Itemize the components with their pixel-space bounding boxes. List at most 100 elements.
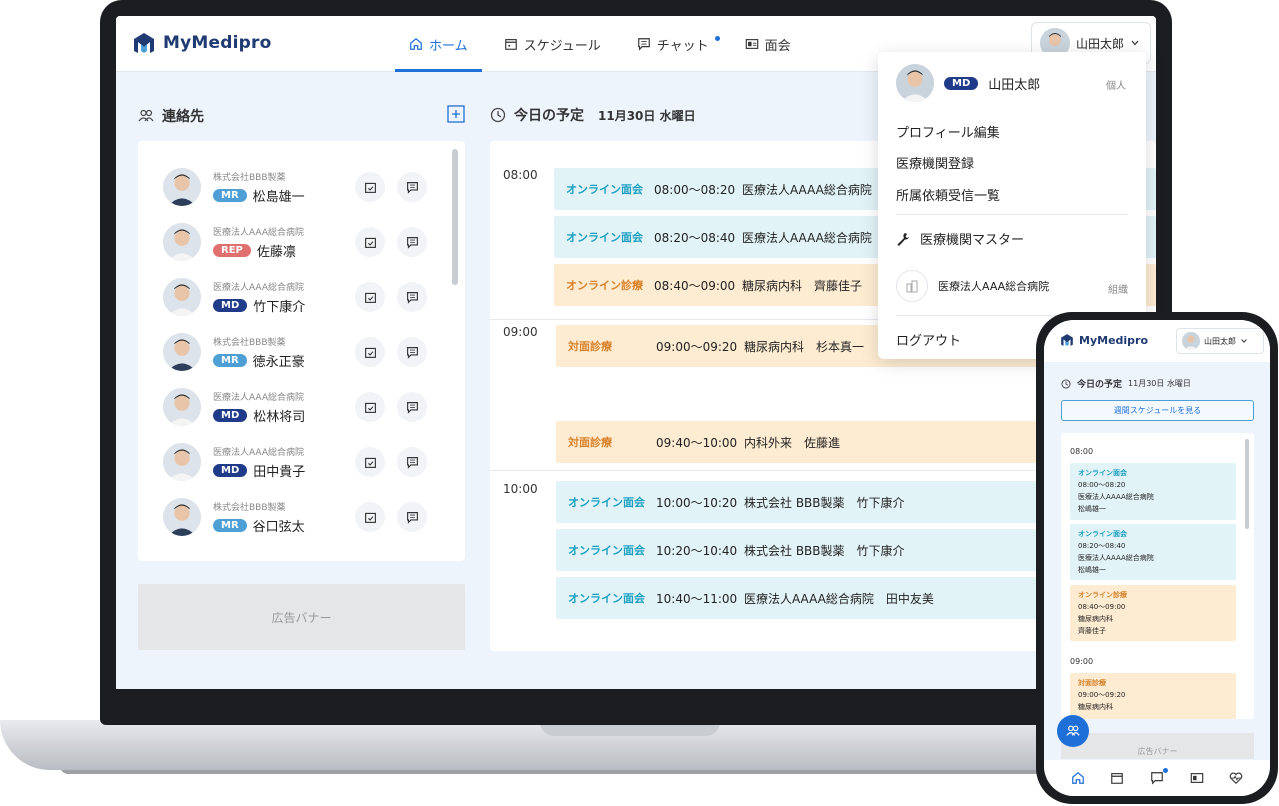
contact-row[interactable]: 株式会社BBB製薬 MR 松島雄一	[163, 162, 443, 212]
main-nav: ホーム スケジュール チャット 面会	[391, 16, 809, 72]
app-logo[interactable]: MyMedipro	[132, 31, 271, 55]
dropdown-user-header: MD 山田太郎	[896, 64, 1040, 102]
contact-row[interactable]: 医療法人AAA総合病院 MD 田中貴子	[163, 437, 443, 487]
tab-schedule[interactable]: スケジュール	[486, 16, 619, 72]
menu-divider	[896, 214, 1128, 215]
event-time: 08:20〜08:40	[654, 230, 736, 245]
role-badge: MR	[213, 518, 247, 532]
calendar-check-icon	[364, 347, 376, 358]
chevron-down-icon	[1131, 40, 1139, 46]
menu-profile-edit[interactable]: プロフィール編集	[896, 122, 1000, 141]
phone-app-logo[interactable]: MyMedipro	[1060, 333, 1148, 347]
calendar-check-icon	[364, 292, 376, 303]
chat-icon	[406, 456, 418, 469]
menu-logout[interactable]: ログアウト	[896, 330, 961, 349]
chat-button[interactable]	[397, 282, 427, 312]
logo-icon	[134, 33, 154, 53]
schedule-button[interactable]	[355, 227, 385, 257]
calendar-check-icon	[364, 237, 376, 248]
contact-row[interactable]: 医療法人AAA総合病院 MD 松林将司	[163, 382, 443, 432]
phone-user-name: 山田太郎	[1204, 336, 1236, 346]
phone-event[interactable]: オンライン診療 08:40〜09:00 糖尿病内科 齊藤佳子	[1070, 585, 1236, 641]
contact-row[interactable]: 株式会社BBB製薬 MR 谷口弦太	[163, 492, 443, 542]
chat-button[interactable]	[397, 337, 427, 367]
heart-pulse-icon[interactable]	[1229, 771, 1243, 785]
phone-schedule-panel: 08:00 オンライン面会 08:00〜08:20 医療法人AAAA総合病院 松…	[1061, 433, 1254, 719]
contacts-scrollbar[interactable]	[452, 149, 458, 285]
contact-row[interactable]: 医療法人AAA総合病院 MD 竹下康介	[163, 272, 443, 322]
chat-button[interactable]	[397, 227, 427, 257]
id-card-icon[interactable]	[1190, 771, 1204, 785]
event-time: 09:00〜09:20	[656, 339, 738, 354]
contact-avatar	[163, 333, 201, 371]
schedule-button[interactable]	[355, 447, 385, 477]
phone-event-type: 対面診療	[1078, 679, 1106, 687]
home-icon	[410, 37, 422, 50]
phone-ad-banner[interactable]: 広告バナー	[1061, 733, 1254, 759]
event-time: 09:40〜10:00	[656, 435, 738, 450]
event-type: 対面診療	[568, 436, 612, 449]
contact-name: 松林将司	[253, 409, 306, 425]
tab-home[interactable]: ホーム	[391, 16, 486, 72]
phone-scrollbar[interactable]	[1245, 439, 1249, 529]
contact-row[interactable]: 株式会社BBB製薬 MR 徳永正豪	[163, 327, 443, 377]
schedule-button[interactable]	[355, 172, 385, 202]
phone-user-avatar	[1182, 332, 1200, 350]
phone-event-time: 08:20〜08:40	[1078, 542, 1126, 550]
dropdown-role-badge: MD	[944, 76, 979, 90]
menu-affiliation-requests[interactable]: 所属依頼受信一覧	[896, 185, 1000, 204]
chat-button[interactable]	[397, 447, 427, 477]
chat-icon	[406, 291, 418, 304]
event-time: 10:20〜10:40	[656, 543, 738, 558]
chat-button[interactable]	[397, 502, 427, 532]
calendar-icon[interactable]	[1110, 771, 1124, 785]
schedule-button[interactable]	[355, 392, 385, 422]
phone-event[interactable]: オンライン面会 08:20〜08:40 医療法人AAAA総合病院 松嶋雄一	[1070, 524, 1236, 580]
personal-tag: 個人	[1106, 81, 1126, 92]
phone-user-button[interactable]: 山田太郎	[1176, 328, 1264, 354]
phone-screen: MyMedipro 山田太郎 今日の予定 11月30日 水曜日 週間スケジュール…	[1044, 320, 1270, 796]
add-contact-icon[interactable]	[447, 105, 465, 123]
calendar-check-icon	[364, 402, 376, 413]
contact-row[interactable]: 医療法人AAA総合病院 REP 佐藤凛	[163, 217, 443, 267]
schedule-button[interactable]	[355, 337, 385, 367]
event-time: 08:40〜09:00	[654, 278, 736, 293]
role-badge: MD	[213, 298, 248, 312]
calendar-check-icon	[364, 512, 376, 523]
contact-avatar	[163, 498, 201, 536]
home-icon[interactable]	[1071, 771, 1085, 785]
tab-home-label: ホーム	[429, 38, 468, 54]
phone-event-place: 糖尿病内科	[1078, 703, 1113, 711]
event-type: オンライン面会	[568, 592, 645, 605]
schedule-date: 11月30日 水曜日	[598, 108, 696, 123]
chat-icon	[406, 236, 418, 249]
tab-meeting[interactable]: 面会	[727, 16, 809, 72]
role-badge: MD	[213, 408, 248, 422]
role-badge: REP	[213, 243, 251, 257]
schedule-button[interactable]	[355, 282, 385, 312]
phone-event-place: 医療法人AAAA総合病院	[1078, 493, 1154, 501]
menu-institution-master[interactable]: 医療機関マスター	[896, 229, 1024, 248]
contact-org: 医療法人AAA総合病院	[213, 392, 304, 403]
calendar-check-icon	[364, 182, 376, 193]
chat-button[interactable]	[397, 172, 427, 202]
calendar-icon	[504, 39, 517, 50]
menu-organization[interactable]: 医療法人AAA総合病院	[896, 270, 1049, 302]
phone-event[interactable]: オンライン面会 08:00〜08:20 医療法人AAAA総合病院 松嶋雄一	[1070, 463, 1236, 520]
tab-chat[interactable]: チャット	[619, 16, 727, 72]
chat-icon	[406, 511, 418, 524]
phone-event-type: オンライン診療	[1078, 591, 1127, 599]
schedule-header: 今日の予定 11月30日 水曜日	[490, 105, 696, 125]
weekly-schedule-button[interactable]: 週間スケジュールを見る	[1061, 400, 1254, 421]
phone-chat-tab[interactable]	[1150, 768, 1168, 785]
role-badge: MR	[213, 353, 247, 367]
phone-event[interactable]: 対面診療 09:00〜09:20 糖尿病内科	[1070, 673, 1236, 719]
ad-banner[interactable]: 広告バナー	[138, 584, 465, 650]
clock-icon	[1061, 378, 1071, 389]
schedule-button[interactable]	[355, 502, 385, 532]
chat-button[interactable]	[397, 392, 427, 422]
phone-hour-label: 09:00	[1070, 657, 1094, 666]
tab-meeting-label: 面会	[764, 38, 791, 54]
contacts-fab-button[interactable]	[1057, 715, 1089, 747]
menu-institution-register[interactable]: 医療機関登録	[896, 153, 974, 172]
